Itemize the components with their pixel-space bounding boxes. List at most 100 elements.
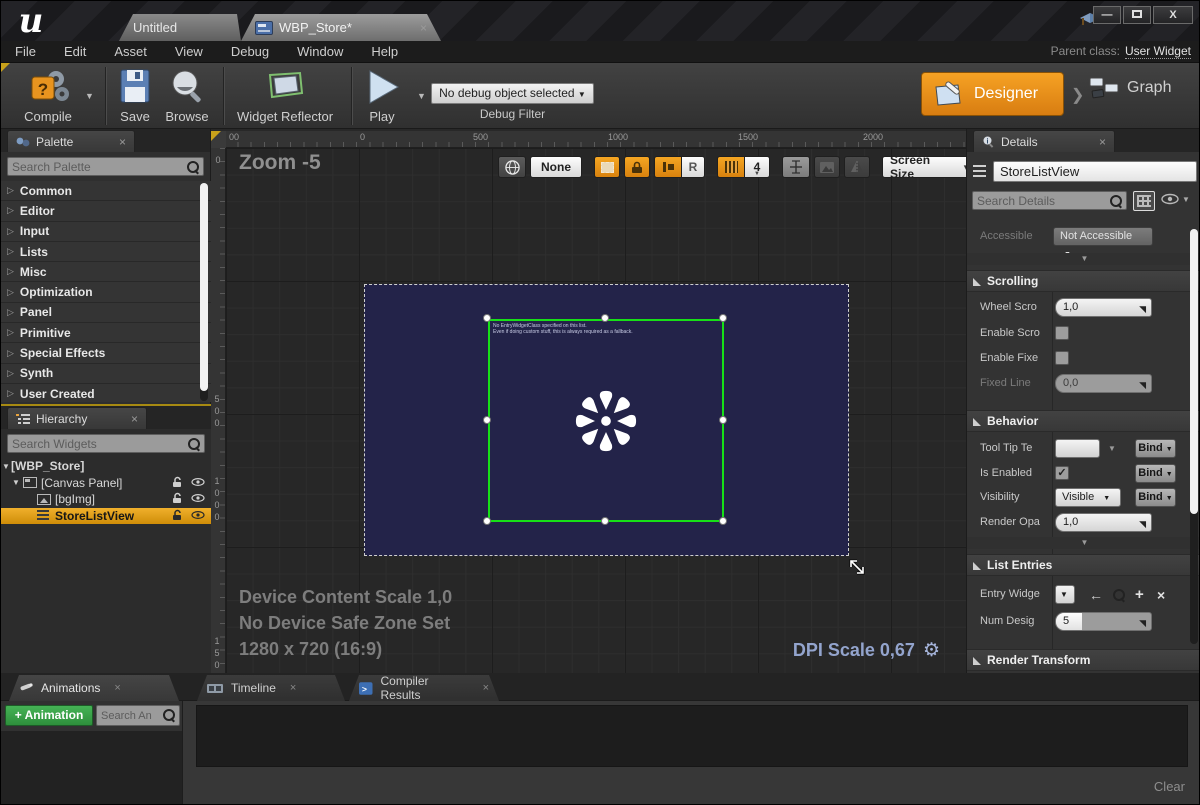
palette-search-input[interactable] xyxy=(12,158,181,175)
resize-handle-nw[interactable] xyxy=(483,314,491,322)
palette-category-editor[interactable]: ▷Editor xyxy=(1,201,211,221)
palette-category-primitive[interactable]: ▷Primitive xyxy=(1,323,211,343)
is-enabled-bind-button[interactable]: Bind ▼ xyxy=(1135,464,1176,483)
close-icon[interactable]: × xyxy=(410,21,427,35)
visibility-eye-icon[interactable] xyxy=(191,476,205,488)
accessible-dropdown[interactable]: Not Accessible ▼ xyxy=(1053,227,1153,246)
play-button[interactable]: Play xyxy=(357,67,407,124)
tree-row-root[interactable]: ▼ [WBP_Store] xyxy=(1,458,211,475)
close-icon[interactable]: × xyxy=(109,135,126,149)
tooltip-bind-button[interactable]: Bind ▼ xyxy=(1135,439,1176,458)
flip-preview-button[interactable] xyxy=(844,156,870,178)
palette-scrollbar[interactable] xyxy=(200,183,208,401)
expand-icon[interactable]: ▷ xyxy=(7,226,14,237)
menu-view[interactable]: View xyxy=(161,44,217,59)
palette-category-lists[interactable]: ▷Lists xyxy=(1,242,211,262)
section-render-transform[interactable]: Render Transform xyxy=(967,649,1200,671)
widget-name-field[interactable]: StoreListView xyxy=(993,161,1197,182)
collapse-icon[interactable]: ▼ xyxy=(1,462,11,471)
enable-scroll-checkbox[interactable] xyxy=(1055,326,1069,340)
expand-icon[interactable]: ▷ xyxy=(7,348,14,359)
palette-category-misc[interactable]: ▷Misc xyxy=(1,262,211,282)
grid-snap-toggle[interactable] xyxy=(717,156,744,178)
designer-mode-button[interactable]: Designer xyxy=(921,72,1064,116)
view-options-eye-icon[interactable] xyxy=(1161,193,1179,205)
screen-size-dropdown[interactable]: Screen Size ▼ xyxy=(882,156,966,178)
expand-icon[interactable]: ▷ xyxy=(7,287,14,298)
expand-icon[interactable]: ▷ xyxy=(7,368,14,379)
animation-search[interactable] xyxy=(96,705,180,726)
resize-handle-s[interactable] xyxy=(601,517,609,525)
resize-handle-w[interactable] xyxy=(483,416,491,424)
show-outlines-toggle[interactable] xyxy=(594,156,620,178)
collapse-icon[interactable]: ▼ xyxy=(11,478,21,487)
preview-background-button[interactable] xyxy=(814,156,840,178)
browse-button[interactable]: Browse xyxy=(159,67,215,124)
num-designer-input[interactable]: 5 ◥ xyxy=(1055,612,1152,631)
graph-mode-button[interactable]: Graph xyxy=(1089,76,1171,100)
tree-row-storelistview[interactable]: StoreListView xyxy=(1,508,211,525)
resize-handle-se[interactable] xyxy=(719,517,727,525)
clear-icon[interactable]: × xyxy=(1157,587,1165,603)
hierarchy-tab[interactable]: Hierarchy × xyxy=(7,407,147,429)
enable-fixed-checkbox[interactable] xyxy=(1055,351,1069,365)
unlocked-icon[interactable] xyxy=(171,476,183,488)
respect-locks-toggle[interactable]: R xyxy=(681,156,705,178)
localization-preview-button[interactable] xyxy=(498,156,526,178)
section-scrolling[interactable]: Scrolling xyxy=(967,270,1200,292)
fixed-line-input[interactable]: 0,0◥ xyxy=(1055,374,1152,393)
expand-icon[interactable]: ▷ xyxy=(7,266,14,277)
hierarchy-search-input[interactable] xyxy=(12,435,182,452)
compiler-results-tab[interactable]: > Compiler Results × xyxy=(349,675,499,701)
category-expander[interactable]: ▼ xyxy=(967,253,1200,265)
localization-dropdown[interactable]: None xyxy=(530,156,582,178)
section-behavior[interactable]: Behavior xyxy=(967,410,1200,432)
visibility-bind-button[interactable]: Bind ▼ xyxy=(1135,488,1176,507)
menu-window[interactable]: Window xyxy=(283,44,357,59)
unlocked-icon[interactable] xyxy=(171,509,183,521)
lock-widgets-toggle[interactable] xyxy=(624,156,650,178)
details-search[interactable] xyxy=(972,191,1127,210)
palette-category-panel[interactable]: ▷Panel xyxy=(1,303,211,323)
expand-icon[interactable]: ▷ xyxy=(7,185,14,196)
wheel-scroll-input[interactable]: 1,0◥ xyxy=(1055,298,1152,317)
visibility-dropdown[interactable]: Visible ▼ xyxy=(1055,488,1121,507)
grid-snap-size-dropdown[interactable]: 4 ▼ xyxy=(744,156,770,178)
transform-mode-button[interactable] xyxy=(782,156,810,178)
compile-options-caret-icon[interactable]: ▼ xyxy=(85,91,94,101)
details-tab[interactable]: i Details × xyxy=(973,130,1115,152)
details-scrollbar[interactable] xyxy=(1190,229,1198,644)
animations-tab[interactable]: Animations × xyxy=(9,675,179,701)
palette-search[interactable] xyxy=(7,157,204,176)
palette-category-user-created[interactable]: ▷User Created xyxy=(1,384,211,402)
close-icon[interactable]: × xyxy=(114,682,120,694)
entry-widget-class-dropdown[interactable]: ▼ xyxy=(1055,585,1075,604)
expand-icon[interactable]: ▷ xyxy=(7,205,14,216)
asset-tab-wbp-store[interactable]: WBP_Store* × xyxy=(241,14,441,41)
save-button[interactable]: Save xyxy=(113,67,157,124)
category-expander[interactable]: ▼ xyxy=(967,537,1200,549)
expand-icon[interactable]: ▷ xyxy=(7,327,14,338)
menu-asset[interactable]: Asset xyxy=(100,44,161,59)
property-matrix-button[interactable] xyxy=(1133,191,1155,211)
widget-reflector-button[interactable]: Widget Reflector xyxy=(233,67,337,124)
tree-row-canvas-panel[interactable]: ▼ [Canvas Panel] xyxy=(1,475,211,492)
palette-tab[interactable]: Palette × xyxy=(7,130,135,152)
details-search-input[interactable] xyxy=(977,192,1104,209)
resize-handle-ne[interactable] xyxy=(719,314,727,322)
parent-class-value[interactable]: User Widget xyxy=(1125,44,1191,59)
close-icon[interactable]: × xyxy=(290,682,296,694)
use-selected-icon[interactable]: ← xyxy=(1089,587,1103,603)
add-icon[interactable]: + xyxy=(1135,586,1144,603)
expand-icon[interactable]: ▷ xyxy=(7,307,14,318)
menu-edit[interactable]: Edit xyxy=(50,44,100,59)
snap-widget-toggle[interactable] xyxy=(654,156,681,178)
tooltip-text-input[interactable] xyxy=(1055,439,1100,458)
render-opacity-input[interactable]: 1,0◥ xyxy=(1055,513,1152,532)
section-list-entries[interactable]: List Entries xyxy=(967,554,1200,576)
menu-help[interactable]: Help xyxy=(357,44,412,59)
tree-row-bgimg[interactable]: [bgImg] xyxy=(1,491,211,508)
expand-icon[interactable]: ▷ xyxy=(7,246,14,257)
palette-category-input[interactable]: ▷Input xyxy=(1,222,211,242)
unlocked-icon[interactable] xyxy=(171,492,183,504)
